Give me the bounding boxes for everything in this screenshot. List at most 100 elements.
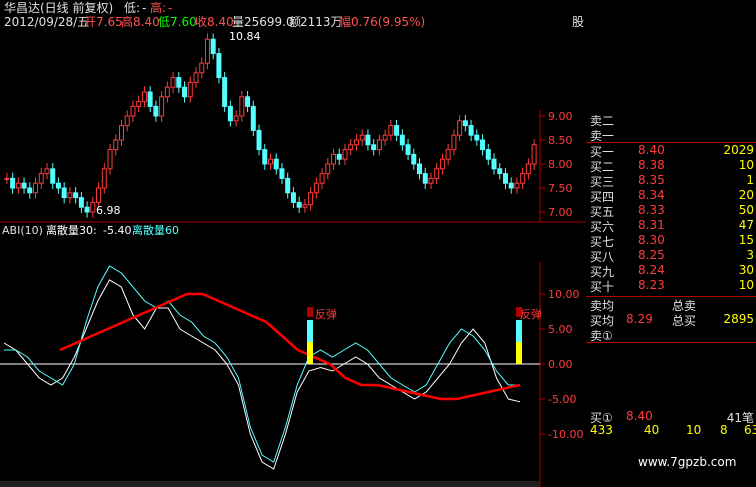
price-tick-label: 7.50 [548, 182, 573, 195]
candle-body [136, 101, 142, 107]
time-scrollbar[interactable] [0, 481, 540, 487]
candle-body [147, 91, 153, 107]
watermark: www.7gpzb.com [638, 455, 737, 469]
ask-1-row: 卖一 [586, 127, 756, 143]
candle-body [502, 173, 508, 184]
candle-body [113, 139, 119, 151]
candle-body [319, 173, 325, 184]
bid-price: 8.40 [638, 143, 665, 157]
bid-row: 买十 8.23 10 [586, 278, 756, 294]
candle-body [10, 177, 16, 189]
candle-body [457, 120, 463, 136]
candle-body [468, 125, 474, 136]
candle-body [164, 86, 170, 98]
candle-body [73, 192, 79, 199]
candle-body [239, 96, 245, 117]
candle-body [21, 182, 27, 189]
bid-row: 买一 8.40 2029 [586, 143, 756, 159]
candle-body [405, 144, 411, 155]
bid-price: 8.33 [638, 203, 665, 217]
high-value-2: 8.40 [133, 15, 160, 29]
bid-price: 8.23 [638, 278, 665, 292]
candle-body [497, 168, 503, 175]
bid-label: 买十 [590, 280, 615, 294]
price-tick-label: 7.00 [548, 206, 573, 219]
candle-body [439, 158, 445, 170]
candle-body [96, 187, 102, 203]
order-book: 卖二 卖一 买一 8.40 2029 买二 8.38 10 买三 8.35 1 买四 8.34 20 买… [586, 112, 756, 487]
candle-body [233, 115, 239, 122]
bid-volume: 10 [738, 278, 754, 292]
bid-volume: 2029 [723, 143, 754, 157]
candle-body [302, 204, 308, 208]
candle-body [399, 134, 405, 146]
candle-body [130, 105, 136, 117]
candle-body [159, 96, 165, 117]
stock-title: 华昌达(日线 前复权) [4, 0, 113, 15]
bid-volume: 50 [738, 203, 754, 217]
candle-body [176, 77, 182, 88]
candle-body [336, 153, 342, 160]
indicator-line [3, 279, 521, 470]
candle-body [27, 187, 33, 194]
bid-price: 8.30 [638, 233, 665, 247]
close-value: 8.40 [207, 15, 234, 29]
indicator-tick-label: 10.00 [548, 288, 580, 301]
avg-buy-price: 8.29 [626, 312, 653, 326]
candle-body [485, 149, 491, 160]
signal-label-right: 反弹 [520, 307, 542, 321]
candle-body [182, 86, 188, 98]
candle-body [256, 129, 262, 151]
bid-row: 买八 8.25 3 [586, 248, 756, 264]
candle-body [55, 182, 61, 189]
bid-row: 买七 8.30 15 [586, 233, 756, 249]
open-label: 开 [84, 15, 96, 29]
candle-body [365, 134, 371, 146]
low-value-2: 7.60 [170, 15, 197, 29]
indicator-tick-label: 5.00 [548, 323, 573, 336]
indicator-tick-label: -10.00 [548, 428, 583, 441]
candle-body [187, 81, 193, 98]
bid-volume: 20 [738, 188, 754, 202]
low-label: 低: [124, 1, 140, 15]
candle-body [245, 96, 251, 107]
candle-body [78, 197, 84, 208]
candle-body [153, 105, 159, 117]
header-cut-label: 股 [572, 15, 584, 29]
quote-date: 2012/09/28/五 [4, 15, 89, 29]
candle-body [353, 139, 359, 146]
line1-label: 离散量30: [46, 223, 97, 237]
candle-body [107, 149, 113, 170]
ask-2-row: 卖二 [586, 112, 756, 128]
tick-value: 10 [686, 423, 702, 437]
sell-marker-row: 卖① [586, 327, 756, 343]
bid-price: 8.25 [638, 248, 665, 262]
volume-label: 量 [232, 15, 244, 29]
candle-body [262, 149, 268, 165]
candle-body [445, 149, 451, 160]
candle-body [141, 91, 147, 103]
indicator-tick-label: 0.00 [548, 358, 573, 371]
candle-body [422, 173, 428, 184]
stock-chart[interactable]: 华昌达(日线 前复权) 低: - 高: - 2012/09/28/五 开 7.6… [0, 0, 586, 487]
candle-body [525, 163, 531, 175]
bid-row: 买五 8.33 50 [586, 203, 756, 219]
tick-value: 40 [644, 423, 660, 437]
tick-value: 433 [590, 423, 613, 437]
indicator-line [59, 292, 521, 401]
high-label: 高: [150, 0, 166, 15]
candle-body [331, 153, 337, 165]
candle-body [417, 163, 423, 175]
buy-marker-price: 8.40 [626, 409, 653, 423]
tick-value: 8 [720, 423, 728, 437]
bid-volume: 47 [738, 218, 754, 232]
candle-body [222, 77, 228, 107]
candle-body [210, 38, 216, 55]
indicator-ticks: 10.00 5.00 0.00 -5.00 -10.00 [540, 288, 583, 441]
change-value: 0.76(9.95%) [351, 15, 425, 29]
candles [4, 33, 537, 218]
candle-body [193, 72, 199, 83]
candle-body [376, 139, 382, 151]
candle-body [216, 53, 222, 79]
marker-divider [586, 342, 756, 343]
